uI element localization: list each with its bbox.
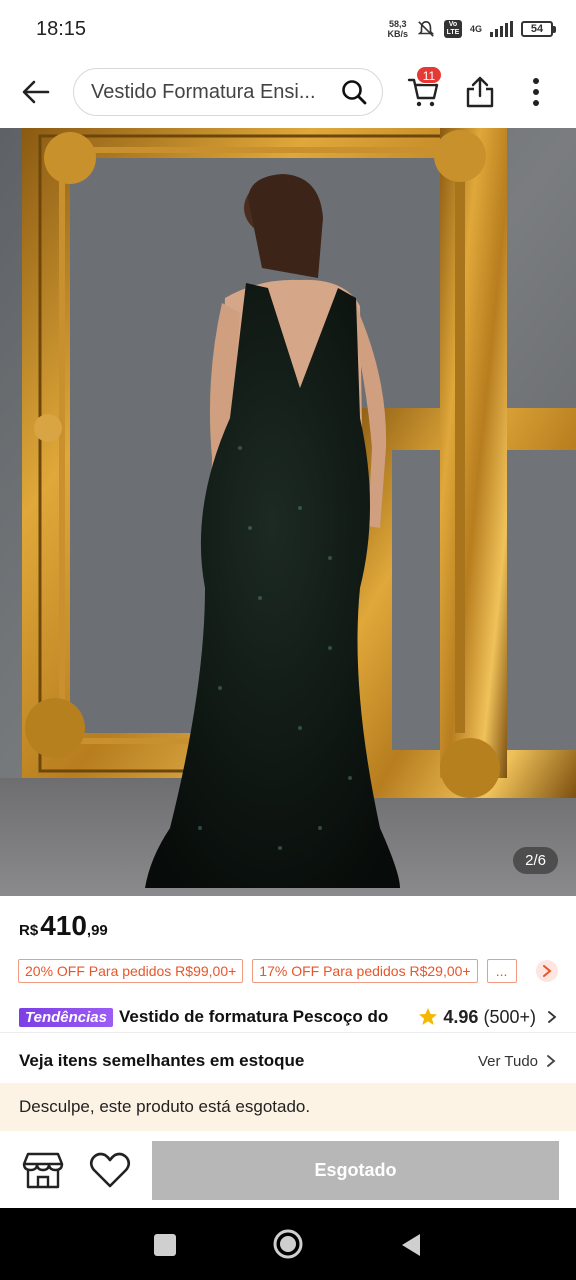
battery-level: 54 [530, 23, 544, 35]
search-query: Vestido Formatura Ensi... [91, 80, 316, 103]
star-icon [419, 1008, 438, 1025]
image-page-indicator: 2/6 [513, 847, 558, 874]
status-icons: 58,3 KB/s Vo LTE 4G 54 [387, 19, 556, 39]
share-icon[interactable] [464, 74, 496, 110]
see-all-label: Ver Tudo [477, 1052, 538, 1070]
price-decimal: ,99 [86, 922, 108, 939]
search-icon[interactable] [340, 78, 368, 106]
top-bar: Vestido Formatura Ensi... 11 [0, 62, 576, 122]
trend-badge: Tendências [19, 1007, 113, 1027]
coupon-expand-icon[interactable] [536, 960, 558, 982]
status-bar: 18:15 58,3 KB/s Vo LTE 4G 54 [0, 0, 576, 58]
nav-back-button[interactable] [400, 1232, 422, 1258]
rating-count: (500+) [483, 1006, 536, 1027]
system-nav-bar [0, 1208, 576, 1280]
home-button[interactable] [272, 1228, 304, 1260]
soldout-button[interactable]: Esgotado [152, 1141, 559, 1200]
bottom-action-bar: Esgotado [0, 1132, 576, 1208]
divider [0, 1032, 576, 1033]
price-integer: 410 [40, 910, 87, 941]
store-icon[interactable] [22, 1150, 64, 1190]
coupon-more[interactable]: ... [486, 959, 517, 983]
search-input[interactable]: Vestido Formatura Ensi... [73, 68, 383, 116]
chevron-right-icon [548, 1011, 557, 1023]
recent-apps-button[interactable] [154, 1234, 176, 1256]
status-time: 18:15 [36, 17, 87, 40]
more-options-icon[interactable] [522, 74, 550, 110]
see-all-link[interactable]: Ver Tudo [478, 1053, 556, 1070]
chevron-right-icon [547, 1055, 556, 1067]
product-image-gallery[interactable]: 2/6 [0, 128, 576, 896]
price: R$ 410 ,99 [19, 910, 108, 942]
rating[interactable]: 4.96 (500+) [418, 1007, 559, 1028]
net-speed-value: 58,3 [388, 19, 407, 29]
product-title[interactable]: Vestido de formatura Pescoço do [119, 1007, 389, 1027]
battery-icon: 54 [521, 21, 556, 37]
heart-icon[interactable] [88, 1150, 132, 1190]
back-arrow-icon[interactable] [20, 76, 52, 108]
cart-count-badge: 11 [416, 66, 442, 84]
muted-bell-icon [417, 20, 435, 37]
rating-score: 4.96 [443, 1006, 479, 1027]
network-type: 4G [469, 24, 482, 34]
similar-items-row[interactable]: Veja itens semelhantes em estoque Ver Tu… [0, 1040, 576, 1082]
coupon-20-off[interactable]: 20% OFF Para pedidos R$99,00+ [18, 959, 244, 983]
coupon-17-off[interactable]: 17% OFF Para pedidos R$29,00+ [252, 959, 478, 983]
volte-icon: Vo LTE [443, 20, 462, 38]
product-title-row: Tendências Vestido de formatura Pescoço … [19, 1002, 559, 1032]
price-currency: R$ [19, 922, 39, 939]
similar-items-title: Veja itens semelhantes em estoque [19, 1051, 305, 1070]
net-speed-unit: KB/s [387, 29, 408, 39]
signal-icon [490, 21, 513, 37]
product-photo [0, 128, 576, 896]
coupon-list: 20% OFF Para pedidos R$99,00+ 17% OFF Pa… [18, 958, 558, 984]
net-speed: 58,3 KB/s [387, 19, 408, 39]
soldout-notice: Desculpe, este produto está esgotado. [0, 1083, 576, 1131]
